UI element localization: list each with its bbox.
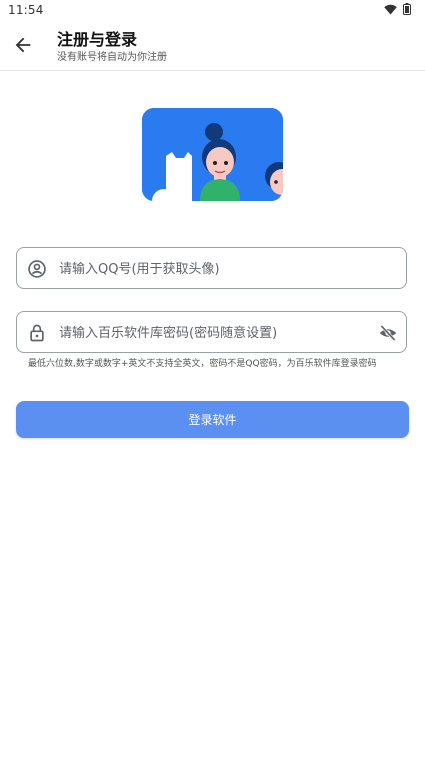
- wifi-icon: [384, 4, 397, 14]
- account-circle-icon: [28, 260, 46, 278]
- qq-field[interactable]: [16, 247, 407, 290]
- password-input[interactable]: [57, 312, 381, 354]
- qq-input[interactable]: [57, 248, 381, 290]
- status-time: 11:54: [8, 3, 44, 17]
- eye-off-icon[interactable]: [378, 323, 398, 343]
- page-subtitle: 没有账号将自动为你注册: [57, 52, 167, 63]
- app-bar: 注册与登录 没有账号将自动为你注册: [0, 20, 425, 71]
- login-button[interactable]: 登录软件: [16, 401, 409, 438]
- password-hint: 最低六位数,数字或数字+英文不支持全英文，密码不是QQ密码，为百乐软件库登录密码: [28, 359, 377, 369]
- lock-icon: [30, 324, 44, 342]
- page-title: 注册与登录: [57, 30, 138, 49]
- status-bar: 11:54: [0, 0, 425, 20]
- illustration-graphic: [142, 108, 283, 201]
- password-field[interactable]: [16, 311, 407, 354]
- header-illustration: [142, 108, 283, 201]
- arrow-left-icon[interactable]: [12, 34, 34, 56]
- battery-icon: [403, 3, 411, 15]
- status-icons: [384, 3, 411, 15]
